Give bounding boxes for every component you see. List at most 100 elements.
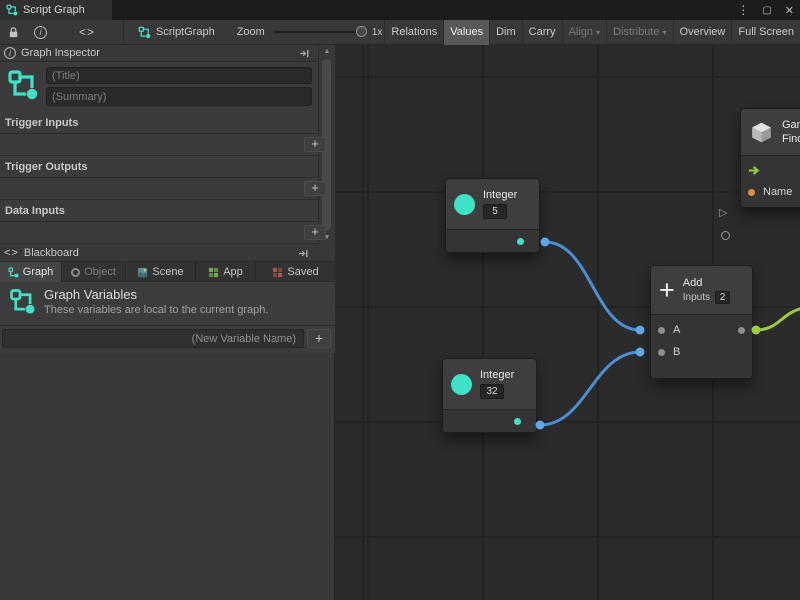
graph-variables-subtitle: These variables are local to the current… xyxy=(44,304,268,316)
flow-arrow-icon[interactable] xyxy=(748,164,761,177)
script-graph-icon xyxy=(6,4,18,16)
tab-object[interactable]: Object xyxy=(62,262,126,282)
script-graph-icon xyxy=(9,288,36,315)
node-title: Find xyxy=(782,133,800,145)
node-header: Integer 32 xyxy=(443,359,536,409)
overview-button[interactable]: Overview xyxy=(673,20,732,45)
tab-app[interactable]: App xyxy=(196,262,256,282)
graph-title-field[interactable] xyxy=(46,67,312,84)
output-port[interactable] xyxy=(517,238,524,245)
graph-inspector-header: i Graph Inspector xyxy=(0,45,318,62)
game-object-cube-icon xyxy=(749,120,774,145)
carry-button[interactable]: Carry xyxy=(522,20,562,45)
lock-icon[interactable] xyxy=(7,26,20,39)
script-graph-icon xyxy=(7,69,39,101)
chevron-down-icon: ▾ xyxy=(596,28,600,37)
align-dropdown[interactable]: Align▾ xyxy=(562,20,606,45)
window-controls: ⋮ ▢ ✕ xyxy=(737,0,794,20)
node-title: Integer xyxy=(483,189,517,201)
tab-graph[interactable]: Graph xyxy=(0,262,62,282)
input-port-a[interactable] xyxy=(658,327,665,334)
node-game-object-find[interactable]: Game Object Find Name xyxy=(740,108,800,208)
zoom-slider[interactable] xyxy=(274,31,364,33)
relations-button[interactable]: Relations xyxy=(384,20,443,45)
node-title: Add xyxy=(683,277,730,289)
output-port-row xyxy=(443,410,536,432)
code-view-button[interactable]: <> xyxy=(65,23,109,42)
divider xyxy=(0,199,318,200)
edge-integer5-to-add-a[interactable] xyxy=(545,242,640,330)
zoom-label: Zoom xyxy=(237,26,265,38)
new-variable-name-field[interactable] xyxy=(2,329,304,348)
edge-endpoint[interactable] xyxy=(636,348,645,357)
add-data-input-button[interactable]: + xyxy=(304,225,326,240)
toolbar-separator xyxy=(123,20,124,45)
node-header: Integer 5 xyxy=(446,179,539,229)
dim-button[interactable]: Dim xyxy=(489,20,522,45)
titlebar: Script Graph ⋮ ▢ ✕ xyxy=(0,0,800,20)
section-label-data-inputs: Data Inputs xyxy=(5,205,65,217)
node-ports xyxy=(443,409,536,432)
node-integer-5[interactable]: Integer 5 xyxy=(445,178,540,253)
divider xyxy=(0,325,335,326)
blackboard-title: Blackboard xyxy=(24,247,79,259)
name-input-port[interactable] xyxy=(748,189,755,196)
port-label: Name xyxy=(763,186,792,198)
edge-endpoint[interactable] xyxy=(541,238,550,247)
values-button[interactable]: Values xyxy=(443,20,489,45)
node-title: Integer xyxy=(480,369,514,381)
graph-asset-name[interactable]: ScriptGraph xyxy=(156,26,215,38)
tab-scene[interactable]: Scene xyxy=(126,262,196,282)
edge-endpoint[interactable] xyxy=(636,326,645,335)
port-label: B xyxy=(673,346,680,358)
integer-icon xyxy=(451,374,472,395)
close-icon[interactable]: ✕ xyxy=(785,4,794,17)
node-ports: Name xyxy=(741,155,800,207)
object-icon xyxy=(71,268,80,277)
input-port-b[interactable] xyxy=(658,349,665,356)
saved-icon xyxy=(272,267,283,278)
fullscreen-button[interactable]: Full Screen xyxy=(731,20,800,45)
toolbar-buttons: Relations Values Dim Carry Align▾ Distri… xyxy=(384,20,800,45)
flow-input-port[interactable]: ▷ xyxy=(719,206,727,219)
graph-variables-title: Graph Variables xyxy=(44,287,137,302)
popout-icon[interactable] xyxy=(298,248,309,259)
value-input-port[interactable] xyxy=(721,231,730,240)
output-port[interactable] xyxy=(738,327,745,334)
section-label-trigger-outputs: Trigger Outputs xyxy=(5,161,88,173)
zoom-slider-knob[interactable] xyxy=(356,26,367,37)
node-integer-32[interactable]: Integer 32 xyxy=(442,358,537,433)
popout-icon[interactable] xyxy=(299,48,310,59)
add-variable-button[interactable]: + xyxy=(307,329,331,348)
distribute-dropdown[interactable]: Distribute▾ xyxy=(606,20,672,45)
edge-add-output[interactable] xyxy=(756,308,800,330)
integer-value-field[interactable]: 32 xyxy=(480,384,504,399)
port-label: A xyxy=(673,324,680,336)
integer-value-field[interactable]: 5 xyxy=(483,204,507,219)
unity-script-graph-window: Script Graph ⋮ ▢ ✕ i <> ScriptGraph Zoom… xyxy=(0,0,800,600)
sidebar: i Graph Inspector ▲ ▼ Trigger Inputs + xyxy=(0,45,335,600)
scroll-up-icon[interactable]: ▲ xyxy=(319,48,335,55)
divider xyxy=(0,155,318,156)
graph-summary-field[interactable] xyxy=(46,87,312,106)
edge-integer32-to-add-b[interactable] xyxy=(540,352,640,425)
zoom-value: 1x xyxy=(372,27,383,38)
add-trigger-output-button[interactable]: + xyxy=(304,181,326,196)
blackboard-icon: <> xyxy=(4,247,19,259)
tab-script-graph[interactable]: Script Graph xyxy=(0,0,112,20)
inputs-count-field[interactable]: 2 xyxy=(715,291,730,304)
blackboard-header: <> Blackboard xyxy=(0,245,335,262)
info-icon[interactable]: i xyxy=(34,26,47,39)
info-icon: i xyxy=(4,47,16,59)
add-trigger-input-button[interactable]: + xyxy=(304,137,326,152)
scene-icon xyxy=(137,267,148,278)
node-header: Game Object Find xyxy=(741,109,800,155)
graph-canvas[interactable]: Integer 5 Integer 32 xyxy=(335,45,800,600)
add-icon: + xyxy=(659,275,675,305)
output-port[interactable] xyxy=(514,418,521,425)
maximize-icon[interactable]: ▢ xyxy=(762,5,771,16)
window-menu-icon[interactable]: ⋮ xyxy=(737,3,749,17)
tab-saved[interactable]: Saved xyxy=(256,262,335,282)
node-add[interactable]: + Add Inputs 2 A B xyxy=(650,265,753,379)
divider xyxy=(0,243,318,244)
